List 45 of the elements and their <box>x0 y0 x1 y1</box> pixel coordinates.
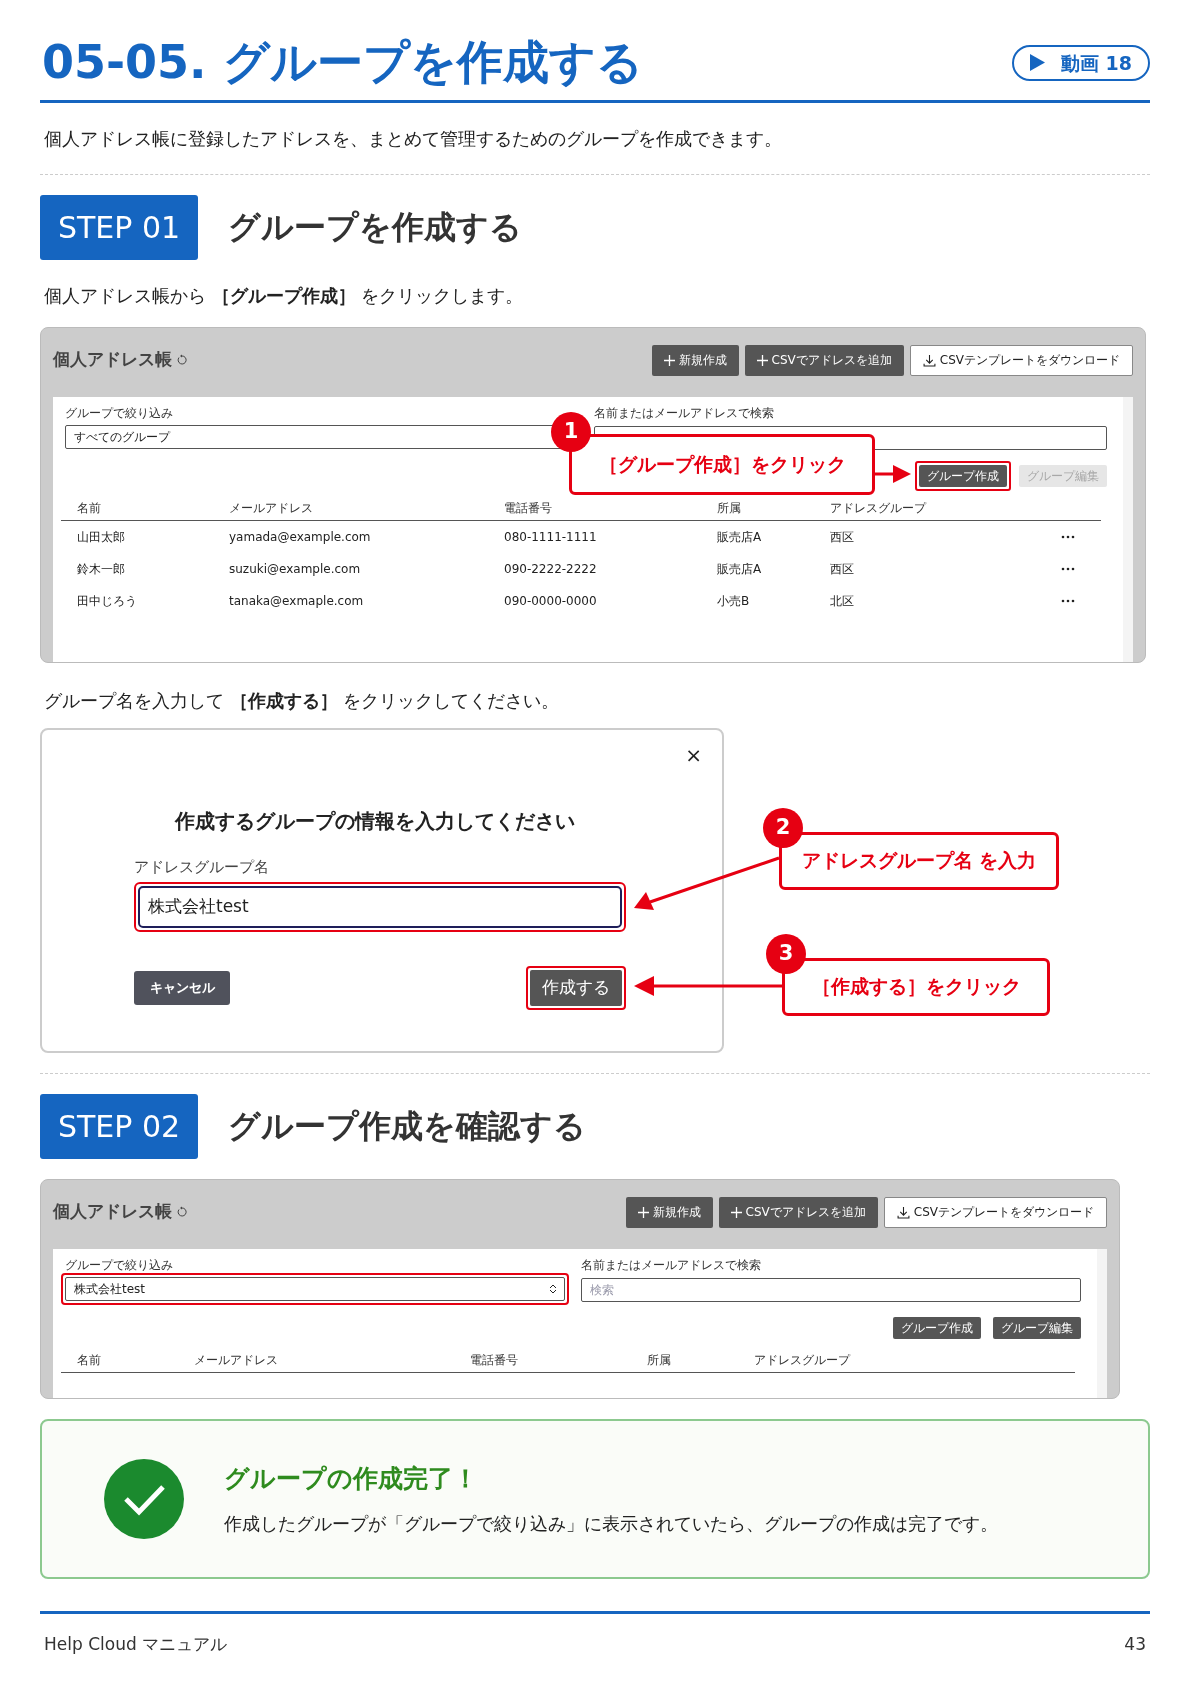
column-header: 電話番号 <box>504 499 553 517</box>
step-badge: STEP 02 <box>40 1093 198 1159</box>
table-cell-text: 鈴木一郎 <box>77 560 126 578</box>
table-cell-text: 小売B <box>717 592 751 610</box>
table-cell-text: 山田太郎 <box>77 528 126 546</box>
column-header: 名前 <box>77 499 102 517</box>
success-heading: グループの作成完了！ <box>224 1463 479 1496</box>
field-label: アドレスグループ名 <box>134 856 270 878</box>
app-title: 個人アドレス帳 <box>53 348 172 372</box>
field-label: グループで絞り込み <box>64 1256 174 1273</box>
column-header: メールアドレス <box>229 499 314 517</box>
footer-text: Help Cloud マニュアル <box>44 1632 228 1656</box>
table-cell-text: suzuki@example.com <box>229 560 362 578</box>
table-cell-text: yamada@example.com <box>229 528 372 546</box>
step-badge: STEP 01 <box>40 194 198 260</box>
column-header: メールアドレス <box>194 1351 279 1369</box>
app-title: 個人アドレス帳 <box>53 1200 172 1224</box>
column-header: 所属 <box>647 1351 672 1369</box>
table-cell-text: 北区 <box>830 592 855 610</box>
field-label: 名前またはメールアドレスで検索 <box>593 404 775 421</box>
table-cell-text: 西区 <box>830 560 855 578</box>
table-cell-text: 080-1111-1111 <box>504 528 598 546</box>
instruction-text: グループ名を入力して ［作成する］ をクリックしてください。 <box>43 688 561 713</box>
page-number: 43 <box>1124 1632 1146 1656</box>
intro-text: 個人アドレス帳に登録したアドレスを、まとめて管理するためのグループを作成できます。 <box>43 126 783 151</box>
dialog-heading: 作成するグループの情報を入力してください <box>173 807 576 835</box>
column-header: 電話番号 <box>470 1351 519 1369</box>
table-cell-text: 090-0000-0000 <box>504 592 598 610</box>
table-cell-text: 西区 <box>830 528 855 546</box>
field-label: グループで絞り込み <box>64 404 174 421</box>
instruction-text: 個人アドレス帳から ［グループ作成］ をクリックします。 <box>43 283 525 308</box>
table-cell-text: 販売店A <box>717 528 763 546</box>
column-header: 所属 <box>717 499 742 517</box>
table-cell-text: tanaka@exmaple.com <box>229 592 365 610</box>
table-cell-text: 販売店A <box>717 560 763 578</box>
table-cell-text: 田中じろう <box>77 592 138 610</box>
success-text: 作成したグループが「グループで絞り込み」に表示されていたら、グループの作成は完了です。 <box>224 1511 998 1536</box>
page-title: 05-05. グループを作成する <box>41 34 643 91</box>
step-heading: グループ作成を確認する <box>228 1106 586 1147</box>
step-heading: グループを作成する <box>228 207 522 248</box>
column-header: 名前 <box>77 1351 102 1369</box>
column-header: アドレスグループ <box>754 1351 852 1369</box>
field-label: 名前またはメールアドレスで検索 <box>580 1256 762 1273</box>
table-cell-text: 090-2222-2222 <box>504 560 598 578</box>
column-header: アドレスグループ <box>830 499 928 517</box>
